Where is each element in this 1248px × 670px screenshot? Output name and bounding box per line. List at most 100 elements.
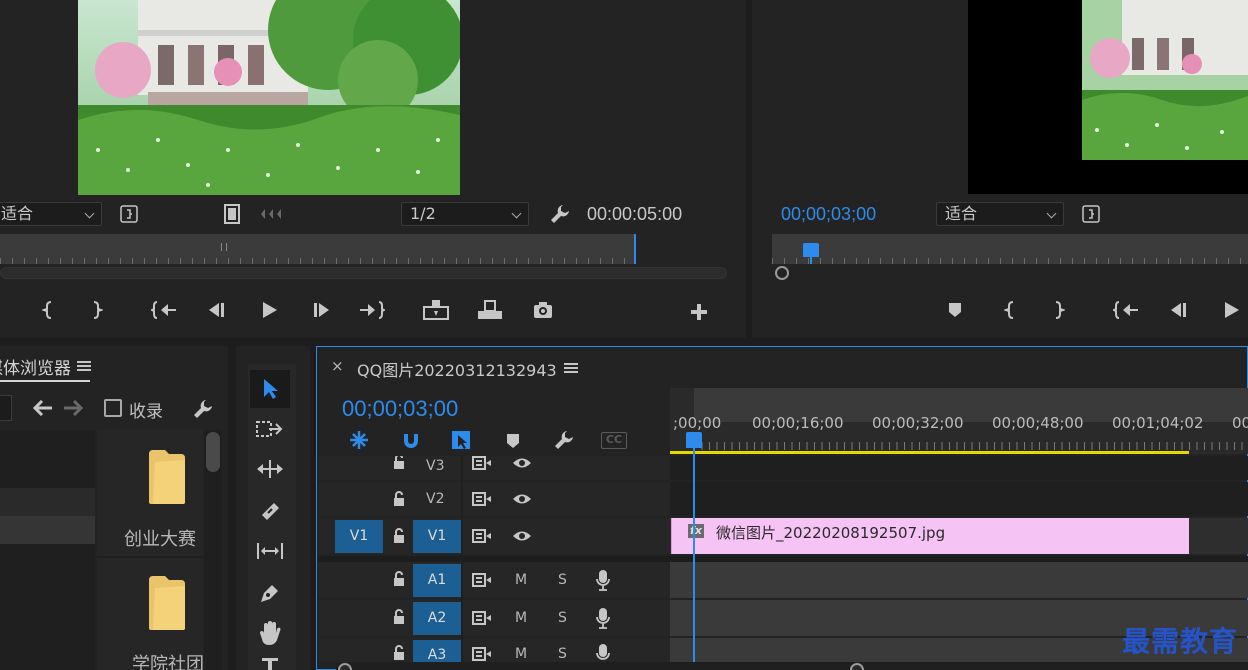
mark-out-icon[interactable] [85,298,107,322]
go-to-in-icon[interactable] [1112,298,1140,322]
track-lane-a1[interactable] [670,562,1248,598]
source-patch-v1[interactable]: V1 [335,520,383,553]
pen-tool-icon[interactable] [250,574,290,612]
folder-icon[interactable] [146,574,188,632]
eye-icon[interactable] [510,455,534,471]
lock-icon[interactable] [390,608,408,626]
mute-button[interactable]: M [515,610,527,626]
sync-lock-icon[interactable] [470,609,494,627]
sync-lock-icon[interactable] [470,455,494,471]
razor-tool-icon[interactable] [250,492,290,530]
add-button-icon[interactable] [687,300,711,324]
wrench-icon[interactable] [191,397,215,421]
settings-bracket-icon[interactable] [1080,203,1102,225]
insert-icon[interactable] [420,297,452,323]
nest-sequence-icon[interactable] [346,428,372,452]
track-target-a2[interactable]: A2 [413,602,461,635]
mark-in-icon[interactable] [1000,298,1022,322]
add-marker-icon[interactable] [503,430,523,452]
step-back-icon[interactable] [203,298,229,322]
work-area-bar[interactable] [670,451,1189,454]
go-to-in-icon[interactable] [150,298,178,322]
source-fit-dropdown[interactable]: 适合 [0,202,102,226]
linked-selection-icon[interactable] [448,428,474,452]
track-target-v1[interactable]: V1 [413,520,461,553]
program-playhead-line [810,256,812,264]
menu-icon[interactable] [76,358,92,374]
timeline-scroll-handle-right[interactable] [850,663,864,670]
close-icon[interactable]: × [331,357,344,375]
camera-icon[interactable] [530,297,556,323]
settings-bracket-icon[interactable] [118,203,140,225]
media-browser-tab[interactable]: 媒体浏览器 [0,354,71,379]
slip-tool-icon[interactable] [250,532,290,570]
timeline-scrollbar[interactable] [336,662,1248,670]
eye-icon[interactable] [510,527,534,545]
mark-in-icon[interactable] [38,298,60,322]
step-back-icon[interactable] [1165,298,1191,322]
microphone-icon[interactable] [594,643,612,662]
microphone-icon[interactable] [594,606,612,630]
favorites-checkbox[interactable] [104,399,122,417]
eye-icon[interactable] [510,490,534,508]
video-clip[interactable]: fx 微信图片_20220208192507.jpg [671,518,1189,554]
folder-icon[interactable] [146,448,188,506]
sync-lock-icon[interactable] [470,571,494,589]
add-marker-icon[interactable] [944,298,966,322]
lock-icon[interactable] [390,490,408,508]
solo-button[interactable]: S [558,610,567,626]
program-timecode[interactable]: 00;00;03;00 [781,204,876,225]
film-strip-icon[interactable] [220,202,244,226]
timeline-tab-title[interactable]: QQ图片20220312132943 [357,357,557,381]
track-lane-v2[interactable] [670,482,1248,516]
lock-icon[interactable] [390,644,408,662]
wrench-icon[interactable] [552,428,576,452]
captions-button[interactable]: CC [601,432,627,449]
browser-tree-row[interactable] [0,488,95,516]
go-to-out-icon[interactable] [358,298,386,322]
mark-out-icon[interactable] [1047,298,1069,322]
type-tool-icon[interactable] [250,654,290,670]
program-zoom-handle[interactable] [775,266,789,280]
snap-magnet-icon[interactable] [398,428,424,452]
sync-lock-icon[interactable] [470,490,494,508]
lock-icon[interactable] [390,456,408,470]
audio-waveform-icon[interactable] [258,203,284,225]
play-icon[interactable] [1218,298,1244,322]
selection-tool-icon[interactable] [250,370,290,408]
sync-lock-icon[interactable] [470,527,494,545]
track-select-tool-icon[interactable] [250,410,290,448]
browser-scroll-thumb[interactable] [206,432,220,472]
mute-button[interactable]: M [515,572,527,588]
source-playhead[interactable] [634,234,636,264]
timeline-scroll-handle-left[interactable] [338,663,352,670]
track-lane-v3[interactable] [670,456,1248,480]
overwrite-icon[interactable] [474,297,506,323]
microphone-icon[interactable] [594,568,612,592]
step-forward-icon[interactable] [309,298,335,322]
hand-tool-icon[interactable] [250,614,290,652]
forward-arrow-icon[interactable] [62,397,84,419]
browser-tree [0,430,95,670]
track-target-a3[interactable]: A3 [413,640,461,662]
back-arrow-icon[interactable] [32,397,54,419]
track-target-a1[interactable]: A1 [413,564,461,597]
solo-button[interactable]: S [558,646,567,662]
program-fit-dropdown[interactable]: 适合 [936,202,1064,226]
ripple-edit-tool-icon[interactable] [250,450,290,488]
menu-icon[interactable] [563,360,579,376]
browser-tree-row-selected[interactable] [0,516,95,544]
resolution-dropdown[interactable]: 1/2 [401,202,529,226]
fx-badge[interactable]: fx [688,524,704,538]
solo-button[interactable]: S [558,572,567,588]
location-dropdown[interactable] [0,395,12,421]
play-icon[interactable] [256,298,282,322]
mute-button[interactable]: M [515,646,527,662]
source-zoom-scroll[interactable] [0,267,727,279]
lock-icon[interactable] [390,527,408,545]
program-playhead[interactable] [803,243,819,257]
sync-lock-icon[interactable] [470,646,494,662]
timeline-timecode[interactable]: 00;00;03;00 [342,396,458,422]
wrench-icon[interactable] [548,202,572,226]
lock-icon[interactable] [390,570,408,588]
